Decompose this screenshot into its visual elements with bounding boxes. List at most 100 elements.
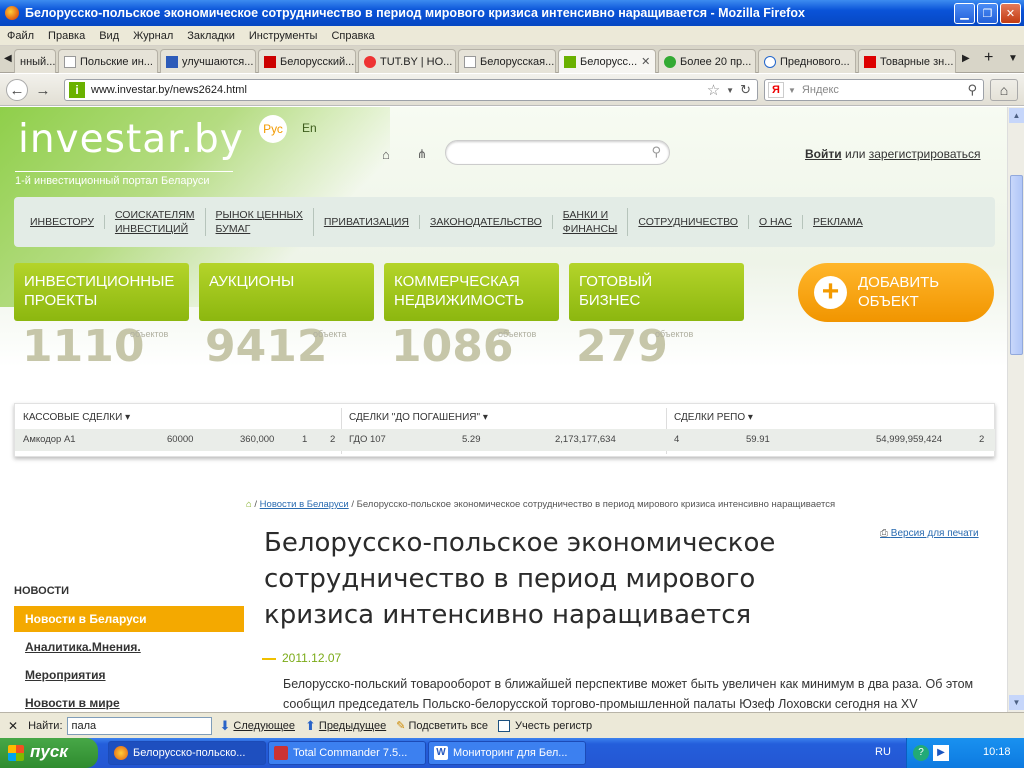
- match-case-checkbox[interactable]: Учесть регистр: [497, 719, 592, 732]
- scroll-thumb[interactable]: [1010, 175, 1023, 355]
- register-link[interactable]: зарегистрироваться: [869, 147, 981, 161]
- find-prev-button[interactable]: ⬆ Предыдущее: [305, 718, 386, 734]
- home-icon[interactable]: ⌂: [246, 499, 252, 510]
- browser-tab[interactable]: Предновогo...: [758, 49, 856, 73]
- new-tab-icon[interactable]: +: [984, 49, 993, 67]
- tray-media-icon[interactable]: ▶: [933, 745, 949, 761]
- taskbar-total-commander[interactable]: Total Commander 7.5...: [268, 741, 426, 765]
- minimize-button[interactable]: ▁: [954, 3, 975, 24]
- sidebar-item-events[interactable]: Мероприятия: [14, 662, 244, 688]
- maximize-button[interactable]: ❐: [977, 3, 998, 24]
- ticker-header[interactable]: СДЕЛКИ "ДО ПОГАШЕНИЯ" ▾: [349, 412, 488, 423]
- site-icon: [764, 55, 776, 68]
- category-investment-projects[interactable]: ИНВЕСТИЦИОННЫЕ ПРОЕКТЫ: [14, 263, 189, 321]
- forward-icon[interactable]: →: [32, 79, 54, 101]
- find-input[interactable]: пала: [66, 716, 212, 735]
- navigation-toolbar: ← → i www.investar.by/news2624.html ☆ ▼ …: [0, 74, 1024, 106]
- site-search-input[interactable]: ⚲: [445, 140, 670, 165]
- nav-securities[interactable]: РЫНОК ЦЕННЫХ БУМАГ: [206, 208, 314, 236]
- tray-help-icon[interactable]: ?: [913, 745, 929, 761]
- word-icon: W: [434, 746, 448, 760]
- sidebar-item-belarus-news[interactable]: Новости в Беларуси: [14, 606, 244, 632]
- taskbar-word[interactable]: W Мониторинг для Бел...: [428, 741, 586, 765]
- home-icon[interactable]: ⌂: [990, 79, 1018, 101]
- category-commercial-realty[interactable]: КОММЕРЧЕСКАЯ НЕДВИЖИМОСТЬ: [384, 263, 559, 321]
- site-logo[interactable]: investar.by: [18, 117, 244, 162]
- vertical-scrollbar[interactable]: ▲ ▼: [1007, 107, 1024, 712]
- category-auctions[interactable]: АУКЦИОНЫ: [199, 263, 374, 321]
- browser-tab[interactable]: Польские ин...: [58, 49, 158, 73]
- sort-icon[interactable]: ▾: [748, 412, 753, 423]
- reload-icon[interactable]: ↻: [740, 82, 751, 98]
- site-icon: [864, 55, 876, 68]
- menu-edit[interactable]: Правка: [41, 30, 92, 42]
- browser-tab[interactable]: улучшаются...: [160, 49, 256, 73]
- lang-ru-button[interactable]: Рус: [259, 115, 287, 143]
- menu-help[interactable]: Справка: [324, 30, 381, 42]
- tab-scroll-left-icon[interactable]: ◀: [4, 53, 12, 64]
- nav-advertising[interactable]: РЕКЛАМА: [803, 215, 873, 229]
- search-icon[interactable]: ⚲: [967, 82, 977, 98]
- taskbar-firefox[interactable]: Белорусско-польско...: [108, 741, 266, 765]
- site-identity-icon[interactable]: i: [69, 82, 85, 98]
- yandex-icon[interactable]: Я: [768, 82, 784, 98]
- browser-tab-active[interactable]: Белорусс... ✕: [558, 49, 656, 73]
- tab-list-icon[interactable]: ▼: [1008, 53, 1018, 64]
- browser-tab[interactable]: Товарные зн...: [858, 49, 956, 73]
- printer-icon: ⎙: [880, 528, 888, 539]
- close-tab-icon[interactable]: ✕: [637, 55, 650, 68]
- lang-en-link[interactable]: En: [302, 121, 317, 135]
- add-object-button[interactable]: + ДОБАВИТЬ ОБЪЕКТ: [798, 263, 994, 322]
- checkbox-icon: [497, 719, 510, 732]
- start-button[interactable]: пуск: [0, 738, 98, 768]
- ticker-header[interactable]: КАССОВЫЕ СДЕЛКИ ▾: [23, 412, 130, 423]
- nav-legislation[interactable]: ЗАКОНОДАТЕЛЬСТВО: [420, 215, 553, 229]
- scroll-down-icon[interactable]: ▼: [1009, 695, 1024, 710]
- find-next-button[interactable]: ⬇ Следующее: [220, 718, 295, 734]
- nav-about[interactable]: О НАС: [749, 215, 803, 229]
- breadcrumb-section[interactable]: Новости в Беларуси: [260, 499, 349, 510]
- ticker-cell: 59.91: [746, 434, 770, 445]
- menu-view[interactable]: Вид: [92, 30, 126, 42]
- scroll-up-icon[interactable]: ▲: [1009, 108, 1024, 123]
- category-ready-business[interactable]: ГОТОВЫЙ БИЗНЕС: [569, 263, 744, 321]
- ticker-header[interactable]: СДЕЛКИ РЕПО ▾: [674, 412, 753, 423]
- nav-banks[interactable]: БАНКИ И ФИНАНСЫ: [553, 208, 629, 236]
- home-icon[interactable]: ⌂: [382, 147, 390, 162]
- close-button[interactable]: ✕: [1000, 3, 1021, 24]
- nav-privatization[interactable]: ПРИВАТИЗАЦИЯ: [314, 215, 420, 229]
- sidebar-item-world-news[interactable]: Новости в мире: [14, 690, 244, 712]
- menu-file[interactable]: Файл: [0, 30, 41, 42]
- browser-tab[interactable]: нный...: [14, 49, 56, 73]
- address-bar[interactable]: i www.investar.by/news2624.html ☆ ▼ ↻: [64, 79, 758, 101]
- nav-seekers[interactable]: СОИСКАТЕЛЯМ ИНВЕСТИЦИЙ: [105, 208, 206, 236]
- language-indicator[interactable]: RU: [875, 746, 891, 758]
- sort-icon[interactable]: ▾: [483, 412, 488, 423]
- sitemap-icon[interactable]: ⋔: [417, 147, 427, 161]
- sort-icon[interactable]: ▾: [125, 412, 130, 423]
- browser-tab[interactable]: TUT.BY | НО...: [358, 49, 456, 73]
- find-close-icon[interactable]: ✕: [8, 719, 18, 733]
- dropdown-icon[interactable]: ▼: [726, 86, 734, 95]
- nav-cooperation[interactable]: СОТРУДНИЧЕСТВО: [628, 215, 749, 229]
- search-icon[interactable]: ⚲: [651, 144, 661, 160]
- highlight-all-button[interactable]: ✎ Подсветить все: [396, 719, 488, 733]
- browser-tab[interactable]: Белорусская...: [458, 49, 556, 73]
- menu-bookmarks[interactable]: Закладки: [180, 30, 242, 42]
- nav-investor[interactable]: ИНВЕСТОРУ: [20, 215, 105, 229]
- login-link[interactable]: Войти: [805, 147, 842, 161]
- ticker-maturity-deals: СДЕЛКИ "ДО ПОГАШЕНИЯ" ▾ ГДО 107 5.29 2,1…: [341, 404, 666, 456]
- search-placeholder[interactable]: Яндекс: [802, 84, 839, 96]
- browser-tab[interactable]: Белорусский...: [258, 49, 356, 73]
- back-icon[interactable]: ←: [6, 79, 28, 101]
- menu-tools[interactable]: Инструменты: [242, 30, 325, 42]
- print-version-link[interactable]: ⎙ Версия для печати: [880, 528, 979, 539]
- browser-tab[interactable]: Более 20 пр...: [658, 49, 756, 73]
- url-text[interactable]: www.investar.by/news2624.html: [91, 84, 247, 96]
- menu-history[interactable]: Журнал: [126, 30, 180, 42]
- search-engine-box[interactable]: Я ▼ Яндекс ⚲: [764, 79, 984, 101]
- engine-dropdown-icon[interactable]: ▼: [788, 86, 796, 95]
- sidebar-item-analytics[interactable]: Аналитика.Мнения.: [14, 634, 244, 660]
- tab-scroll-right-icon[interactable]: ▶: [962, 53, 970, 64]
- bookmark-star-icon[interactable]: ☆: [707, 81, 720, 99]
